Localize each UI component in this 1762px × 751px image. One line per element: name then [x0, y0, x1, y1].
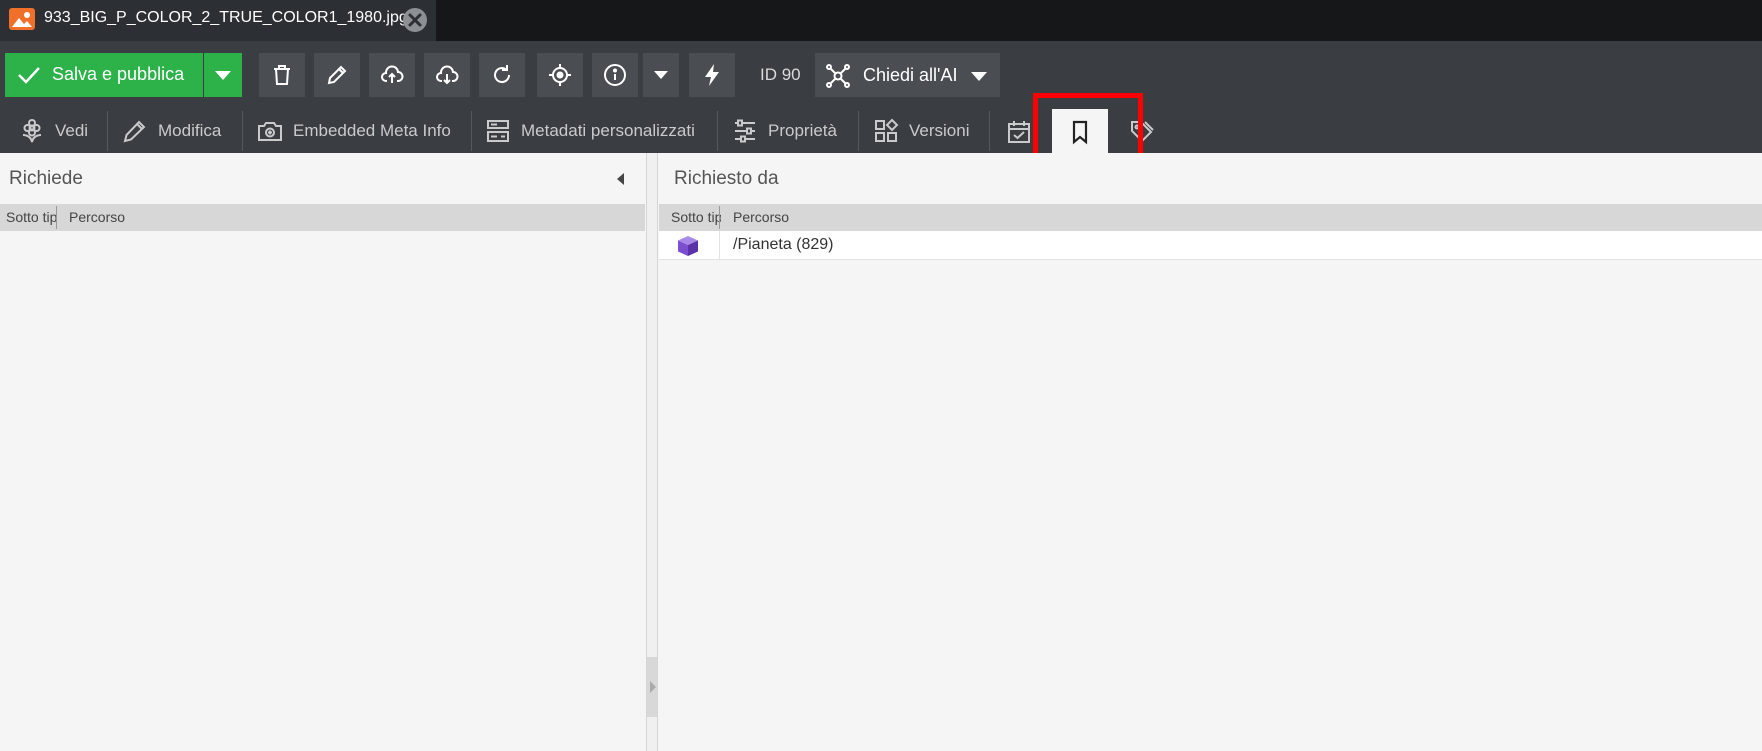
chevron-down-icon: [971, 72, 987, 81]
requires-panel-title: Richiede: [9, 168, 83, 189]
save-publish-label: Salva e pubblica: [52, 64, 185, 84]
upload-button[interactable]: [369, 53, 415, 97]
ask-ai-label: Chiedi all'AI: [863, 65, 958, 85]
camera-icon: [258, 122, 282, 141]
actions-button[interactable]: [689, 53, 735, 97]
tab-modifica-label: Modifica: [158, 121, 222, 140]
close-tab-icon[interactable]: [403, 8, 427, 32]
tab-modifica[interactable]: Modifica: [122, 109, 221, 153]
reload-button[interactable]: [479, 53, 525, 97]
required-by-panel: Richiesto da Sotto tipo Percorso /Pianet…: [659, 153, 1762, 751]
required-by-table-header: Sotto tipo Percorso: [659, 204, 1762, 231]
save-publish-button[interactable]: Salva e pubblica: [5, 53, 203, 97]
crosshair-icon: [549, 64, 571, 86]
element-id: ID 90: [760, 65, 801, 84]
column-subtype[interactable]: Sotto tipo: [671, 209, 721, 225]
required-by-panel-title: Richiesto da: [674, 168, 779, 189]
object-cube-icon: [678, 236, 698, 256]
refresh-icon: [494, 65, 511, 84]
trash-icon: [274, 65, 290, 85]
tab-proprieta[interactable]: Proprietà: [732, 109, 837, 153]
locate-button[interactable]: [537, 53, 583, 97]
tab-metadati-label: Metadati personalizzati: [521, 121, 695, 140]
info-dropdown[interactable]: [643, 53, 679, 97]
tab-embedded-meta-info[interactable]: Embedded Meta Info: [257, 109, 451, 153]
calendar-check-icon: [1008, 121, 1030, 143]
tab-vedi[interactable]: Vedi: [19, 109, 88, 153]
toolbar: Salva e pubblica ID 90 Chiedi all'AI Ved…: [0, 41, 1762, 153]
tab-vedi-label: Vedi: [55, 121, 89, 140]
file-tab-title: 933_BIG_P_COLOR_2_TRUE_COLOR1_1980.jpg: [44, 9, 408, 26]
tab-divider: [471, 111, 472, 151]
cloud-download-icon: [436, 65, 459, 85]
info-icon: [604, 64, 626, 86]
tab-divider: [989, 111, 990, 151]
requires-table-header: Sotto tipo Percorso: [0, 204, 645, 231]
chevron-down-icon: [654, 71, 668, 79]
cloud-upload-icon: [381, 65, 404, 83]
chevron-down-icon: [215, 71, 231, 80]
column-path[interactable]: Percorso: [69, 209, 125, 225]
file-tab[interactable]: 933_BIG_P_COLOR_2_TRUE_COLOR1_1980.jpg: [0, 0, 436, 41]
panel-splitter[interactable]: [646, 153, 658, 751]
row-path[interactable]: /Pianeta (829): [733, 236, 834, 254]
shapes-icon: [875, 118, 899, 142]
save-options-dropdown[interactable]: [204, 53, 242, 97]
info-button[interactable]: [592, 53, 638, 97]
requires-panel: Richiede Sotto tipo Percorso: [0, 153, 645, 751]
ai-network-icon: [826, 64, 850, 88]
tab-metadati-personalizzati[interactable]: Metadati personalizzati: [485, 109, 695, 153]
pencil-icon: [123, 120, 146, 143]
image-file-icon: [9, 8, 35, 30]
column-path[interactable]: Percorso: [733, 209, 789, 225]
delete-button[interactable]: [259, 53, 305, 97]
flower-icon: [22, 119, 42, 143]
lightning-icon: [705, 64, 719, 86]
table-row[interactable]: /Pianeta (829): [659, 231, 1762, 260]
form-layout-icon: [487, 120, 509, 142]
tab-divider: [242, 111, 243, 151]
tab-embedded-label: Embedded Meta Info: [293, 121, 451, 140]
collapse-left-icon[interactable]: [617, 173, 624, 185]
tab-proprieta-label: Proprietà: [768, 121, 837, 140]
ask-ai-button[interactable]: Chiedi all'AI: [815, 53, 1000, 97]
column-resizer[interactable]: [56, 206, 57, 229]
cell-divider: [719, 231, 720, 260]
download-button[interactable]: [424, 53, 470, 97]
pencil-icon: [327, 65, 347, 85]
check-icon: [18, 67, 40, 84]
splitter-handle-icon[interactable]: [647, 657, 657, 717]
tab-versioni-label: Versioni: [909, 121, 970, 140]
column-subtype[interactable]: Sotto tipo: [6, 209, 56, 225]
file-tab-bar: 933_BIG_P_COLOR_2_TRUE_COLOR1_1980.jpg: [0, 0, 1762, 41]
sliders-icon: [735, 119, 755, 143]
tab-versioni[interactable]: Versioni: [873, 109, 969, 153]
rename-button[interactable]: [314, 53, 360, 97]
column-resizer[interactable]: [719, 206, 720, 229]
tab-divider: [717, 111, 718, 151]
tab-divider: [858, 111, 859, 151]
tab-divider: [107, 111, 108, 151]
